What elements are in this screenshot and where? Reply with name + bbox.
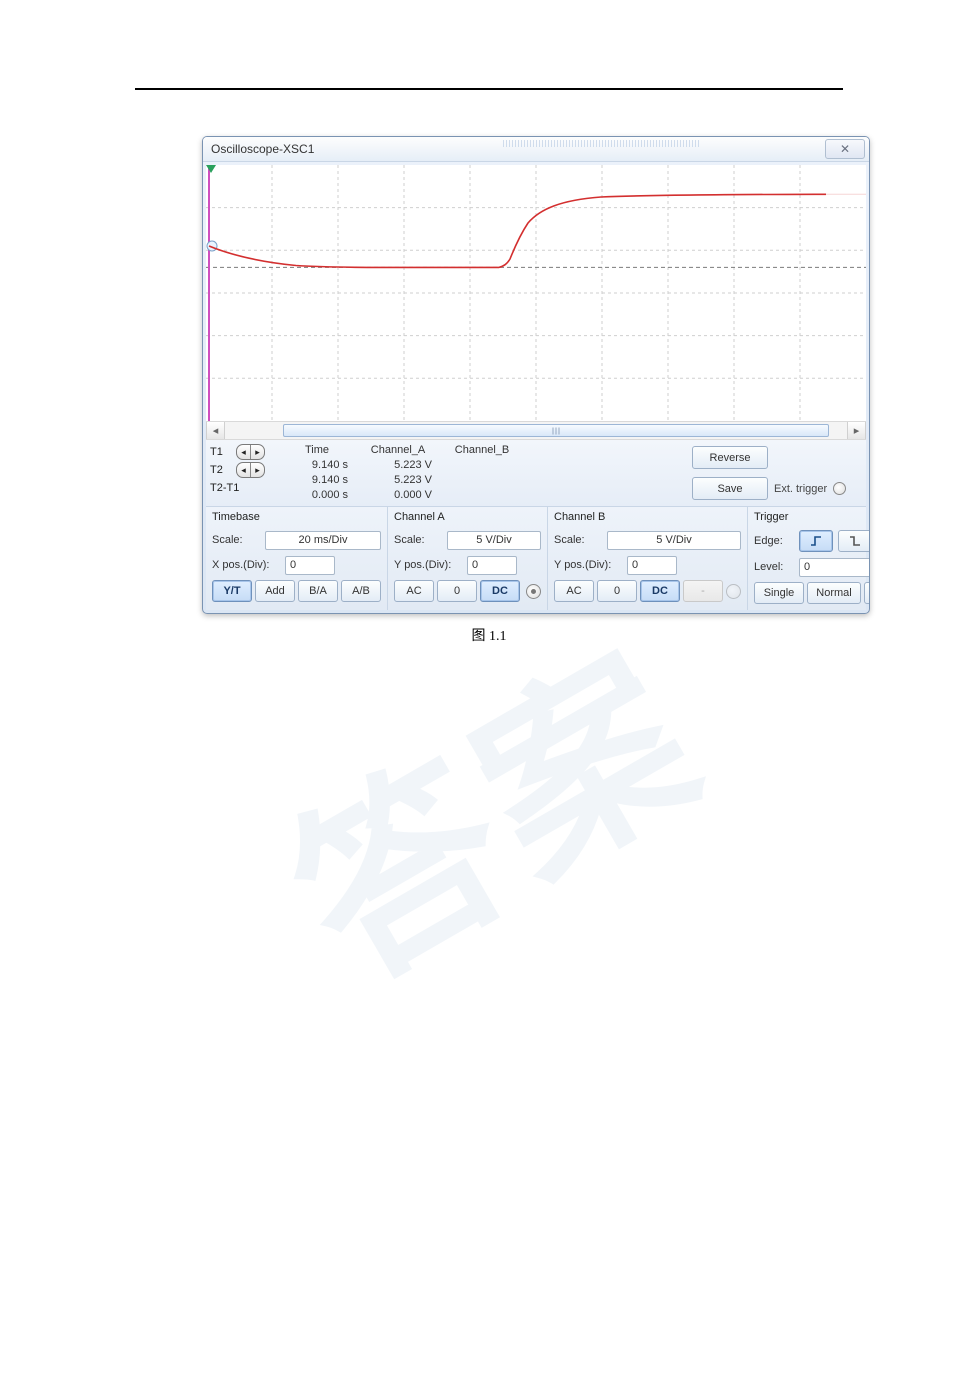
arrow-left-icon: ◂ — [237, 463, 251, 477]
timebase-mode-ab[interactable]: A/B — [341, 580, 381, 602]
readout-t1-time: 9.140 s — [278, 458, 356, 473]
channel-a-scale-field[interactable]: 5 V/Div — [447, 531, 541, 550]
channel-a-zero[interactable]: 0 — [437, 580, 477, 602]
trigger-mode-auto[interactable]: Auto — [864, 582, 870, 604]
rising-edge-icon — [809, 534, 823, 548]
save-button[interactable]: Save — [692, 477, 768, 500]
oscilloscope-plot[interactable] — [206, 165, 866, 421]
pane-timebase: Timebase Scale: 20 ms/Div X pos.(Div): 0… — [206, 507, 388, 610]
channel-b-scale-label: Scale: — [554, 534, 602, 546]
cursor-t1-stepper[interactable]: ◂ ▸ — [236, 444, 265, 460]
scrollbar-track[interactable] — [225, 422, 847, 439]
channel-a-scale-label: Scale: — [394, 534, 442, 546]
falling-edge-icon — [848, 534, 862, 548]
trigger-level-label: Level: — [754, 561, 794, 573]
figure-caption: 图 1.1 — [0, 625, 978, 645]
readout-t2-cha: 5.223 V — [356, 473, 440, 488]
trigger-edge-label: Edge: — [754, 535, 794, 547]
trigger-mode-normal[interactable]: Normal — [807, 582, 861, 604]
timebase-title: Timebase — [212, 511, 381, 523]
timebase-mode-yt[interactable]: Y/T — [212, 580, 252, 602]
timebase-xpos-field[interactable]: 0 — [285, 556, 335, 575]
arrow-right-icon: ▸ — [251, 463, 264, 477]
readout-t1-chb — [440, 458, 524, 473]
readout-header-time: Time — [278, 443, 356, 458]
channel-a-ypos-field[interactable]: 0 — [467, 556, 517, 575]
channel-b-zero[interactable]: 0 — [597, 580, 637, 602]
cursor-diff-label: T2-T1 — [210, 482, 239, 494]
trigger-edge-falling[interactable] — [838, 530, 870, 552]
window-close-button[interactable]: ✕ — [825, 139, 865, 159]
measurement-readout: T1 ◂ ▸ T2 ◂ ▸ T2-T1 — [206, 440, 866, 506]
channel-a-zero-marker[interactable] — [207, 241, 217, 251]
timebase-scale-label: Scale: — [212, 534, 260, 546]
control-panel: Timebase Scale: 20 ms/Div X pos.(Div): 0… — [206, 506, 866, 610]
ext-trigger-label: Ext. trigger — [774, 483, 827, 495]
scrollbar-grip-icon — [553, 427, 560, 434]
reverse-button[interactable]: Reverse — [692, 446, 768, 469]
trigger-title: Trigger — [754, 511, 870, 523]
readout-diff-time: 0.000 s — [278, 488, 356, 503]
ext-trigger-radio[interactable] — [833, 482, 846, 495]
pane-channel-a: Channel A Scale: 5 V/Div Y pos.(Div): 0 … — [388, 507, 548, 610]
trigger-edge-rising[interactable] — [799, 530, 833, 552]
timebase-xpos-label: X pos.(Div): — [212, 559, 280, 571]
cursor-t1-label: T1 — [210, 446, 232, 458]
page-top-rule — [135, 88, 843, 90]
channel-b-title: Channel B — [554, 511, 741, 523]
timebase-mode-ba[interactable]: B/A — [298, 580, 338, 602]
channel-a-dc[interactable]: DC — [480, 580, 520, 602]
plot-scrollbar[interactable]: ◂ ▸ — [206, 421, 866, 440]
scrollbar-left-button[interactable]: ◂ — [206, 422, 225, 439]
pane-trigger: Trigger Edge: A B Ext Lev — [748, 507, 870, 610]
channel-b-scale-field[interactable]: 5 V/Div — [607, 531, 741, 550]
readout-t2-time: 9.140 s — [278, 473, 356, 488]
channel-b-probe-indicator[interactable] — [726, 584, 741, 599]
channel-b-invert[interactable]: - — [683, 580, 723, 602]
window-titlebar[interactable]: Oscilloscope-XSC1 ✕ — [203, 137, 869, 162]
channel-b-ypos-field[interactable]: 0 — [627, 556, 677, 575]
readout-header-chb: Channel_B — [440, 443, 524, 458]
channel-b-dc[interactable]: DC — [640, 580, 680, 602]
channel-a-title: Channel A — [394, 511, 541, 523]
channel-a-ypos-label: Y pos.(Div): — [394, 559, 462, 571]
oscilloscope-window: Oscilloscope-XSC1 ✕ — [202, 136, 870, 614]
cursor-t2-label: T2 — [210, 464, 232, 476]
readout-diff-cha: 0.000 V — [356, 488, 440, 503]
timebase-mode-add[interactable]: Add — [255, 580, 295, 602]
titlebar-decoration — [503, 140, 699, 147]
readout-t2-chb — [440, 473, 524, 488]
timebase-scale-field[interactable]: 20 ms/Div — [265, 531, 381, 550]
channel-b-ac[interactable]: AC — [554, 580, 594, 602]
scrollbar-right-button[interactable]: ▸ — [847, 422, 866, 439]
readout-header-cha: Channel_A — [356, 443, 440, 458]
pane-channel-b: Channel B Scale: 5 V/Div Y pos.(Div): 0 … — [548, 507, 748, 610]
arrow-right-icon: ▸ — [251, 445, 264, 459]
channel-a-ac[interactable]: AC — [394, 580, 434, 602]
channel-b-ypos-label: Y pos.(Div): — [554, 559, 622, 571]
readout-t1-cha: 5.223 V — [356, 458, 440, 473]
window-title: Oscilloscope-XSC1 — [211, 142, 314, 156]
close-icon: ✕ — [840, 143, 850, 155]
arrow-left-icon: ◂ — [237, 445, 251, 459]
scrollbar-thumb[interactable] — [283, 424, 829, 437]
trigger-mode-single[interactable]: Single — [754, 582, 804, 604]
readout-table: Time Channel_A Channel_B 9.140 s 5.223 V… — [278, 443, 524, 503]
readout-diff-chb — [440, 488, 524, 503]
cursor-t2-stepper[interactable]: ◂ ▸ — [236, 462, 265, 478]
trigger-level-field[interactable]: 0 — [799, 558, 870, 577]
channel-a-probe-indicator[interactable] — [526, 584, 541, 599]
